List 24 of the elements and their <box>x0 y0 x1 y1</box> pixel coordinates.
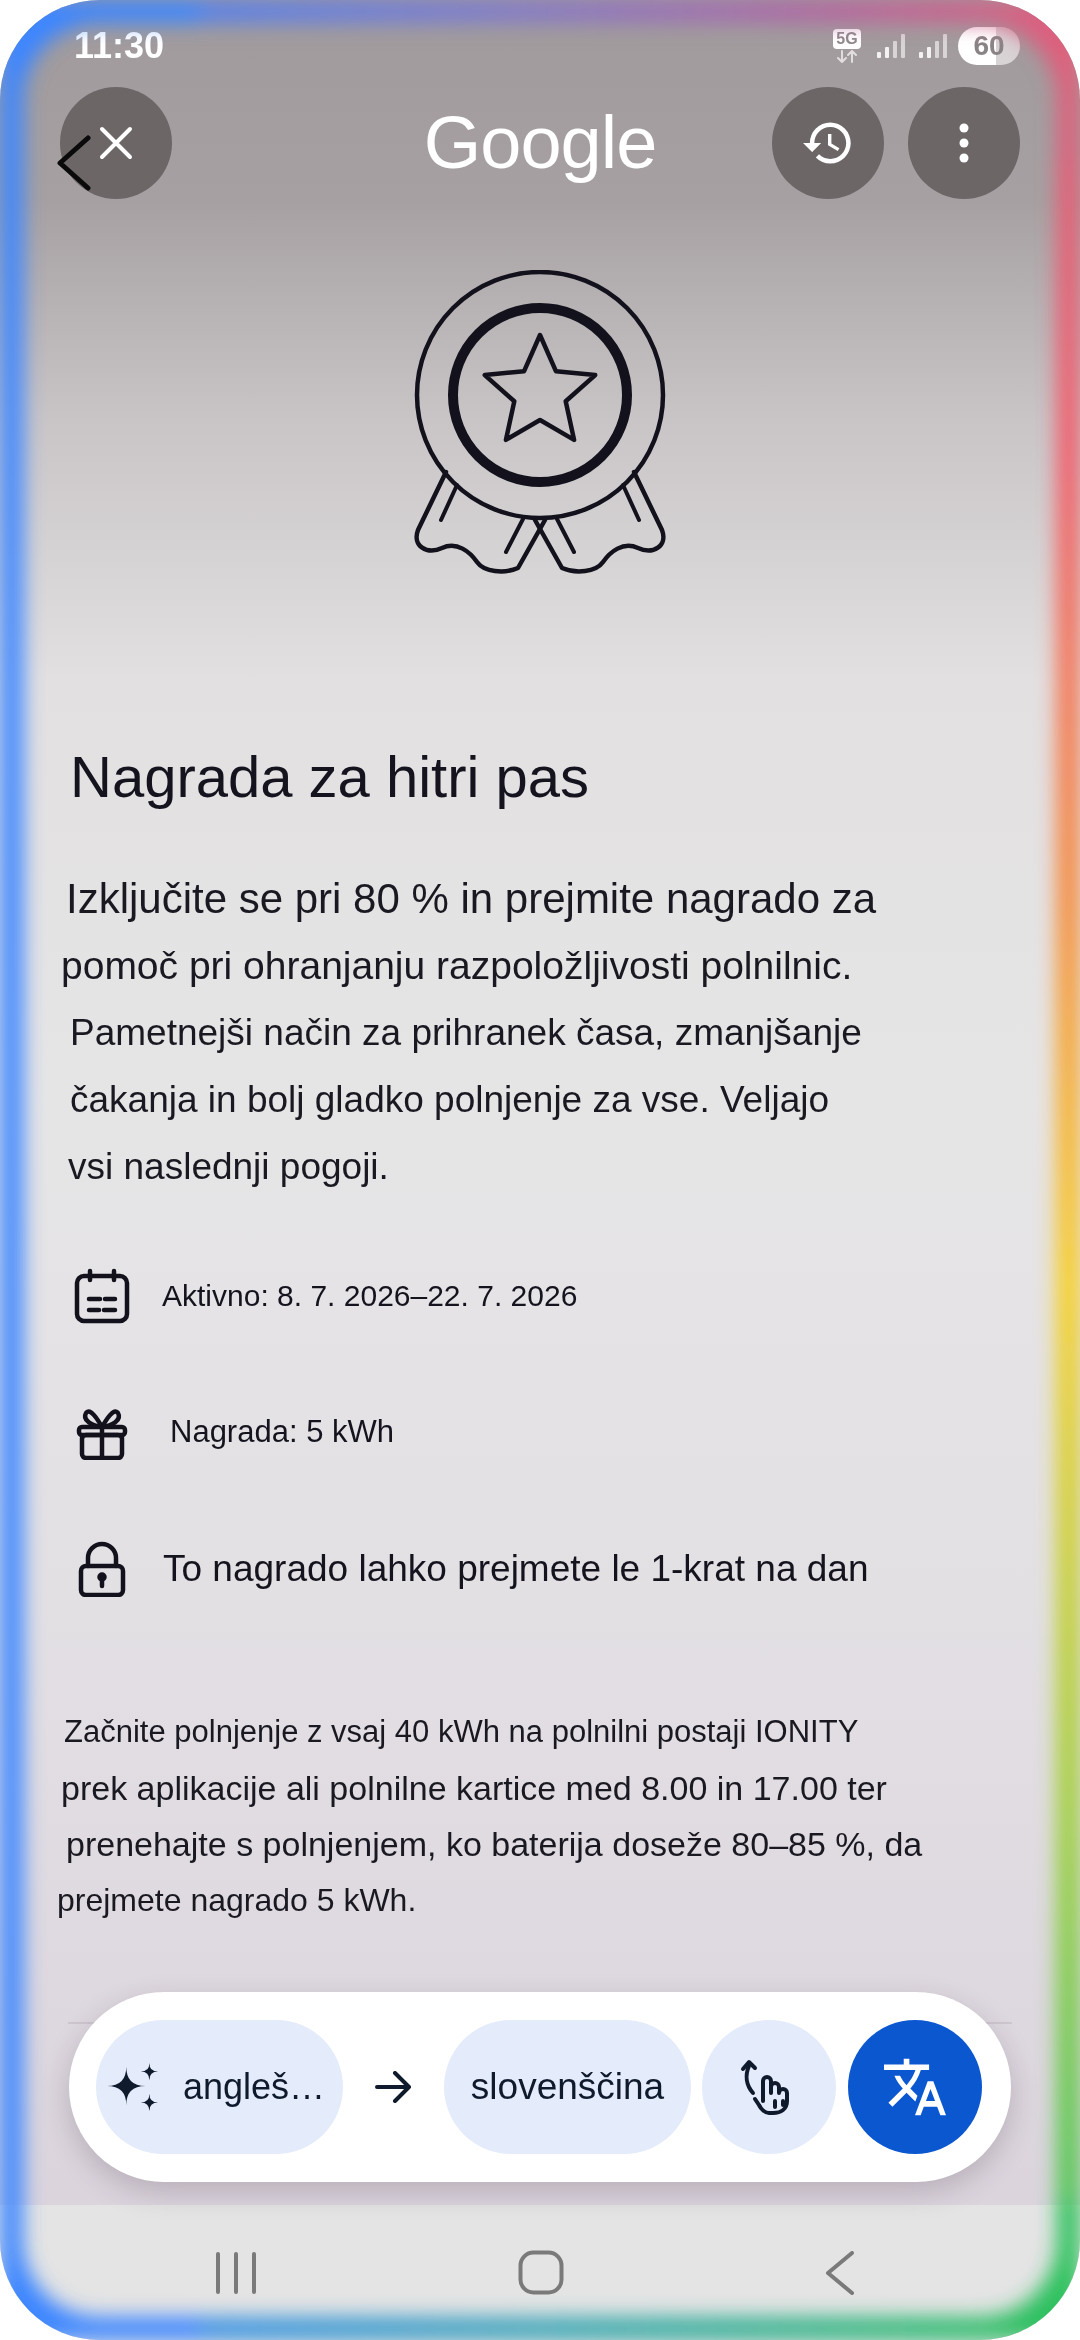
reward-amount-text: Nagrada: 5 kWh <box>170 1413 394 1451</box>
status-time: 11:30 <box>74 27 165 64</box>
target-language-chip[interactable]: slovenščina <box>444 2020 691 2154</box>
offer-title: Nagrada za hitri pas <box>70 745 590 809</box>
offer-terms: Začnite polnjenje z vsaj 40 kWh na polnilni postaji IONITY prek aplikacije ali polnilne kartice med 8.00 in 17.00 ter prenehajte s polnjenjem, ko baterija doseže 80–85 %, da prejmete nagrado 5 kWh. <box>57 1713 923 1920</box>
translate-icon <box>884 2056 946 2118</box>
recent-apps-icon[interactable] <box>215 2251 257 2294</box>
network-type-indicator: 5G <box>833 28 861 49</box>
back-icon[interactable] <box>825 2250 855 2295</box>
source-language-chip[interactable]: angleš… <box>96 2020 343 2154</box>
back-icon[interactable] <box>56 135 92 191</box>
lock-icon <box>78 1541 126 1597</box>
close-icon <box>99 126 133 160</box>
signal-icon <box>918 33 948 58</box>
home-icon[interactable] <box>518 2250 564 2295</box>
battery-indicator: 60 <box>958 26 1020 65</box>
reward-limit-text: To nagrado lahko prejmete le 1-krat na dan <box>163 1547 869 1591</box>
arrow-right-icon <box>374 2071 413 2103</box>
more-vertical-icon <box>959 123 969 163</box>
calendar-icon <box>74 1268 130 1324</box>
active-period-text: Aktivno: 8. 7. 2026–22. 7. 2026 <box>162 1278 578 1314</box>
data-arrows-icon <box>836 49 858 63</box>
offer-description: Izključite se pri 80 % in prejmite nagrado za pomoč pri ohranjanju razpoložljivosti polnilnic. Pametnejši način za prihranek časa, zmanjšanje čakanja in bolj gladko polnjenje za vse. Veljajo vsi naslednji pogoji. <box>61 874 877 1189</box>
signal-icon <box>876 33 906 58</box>
